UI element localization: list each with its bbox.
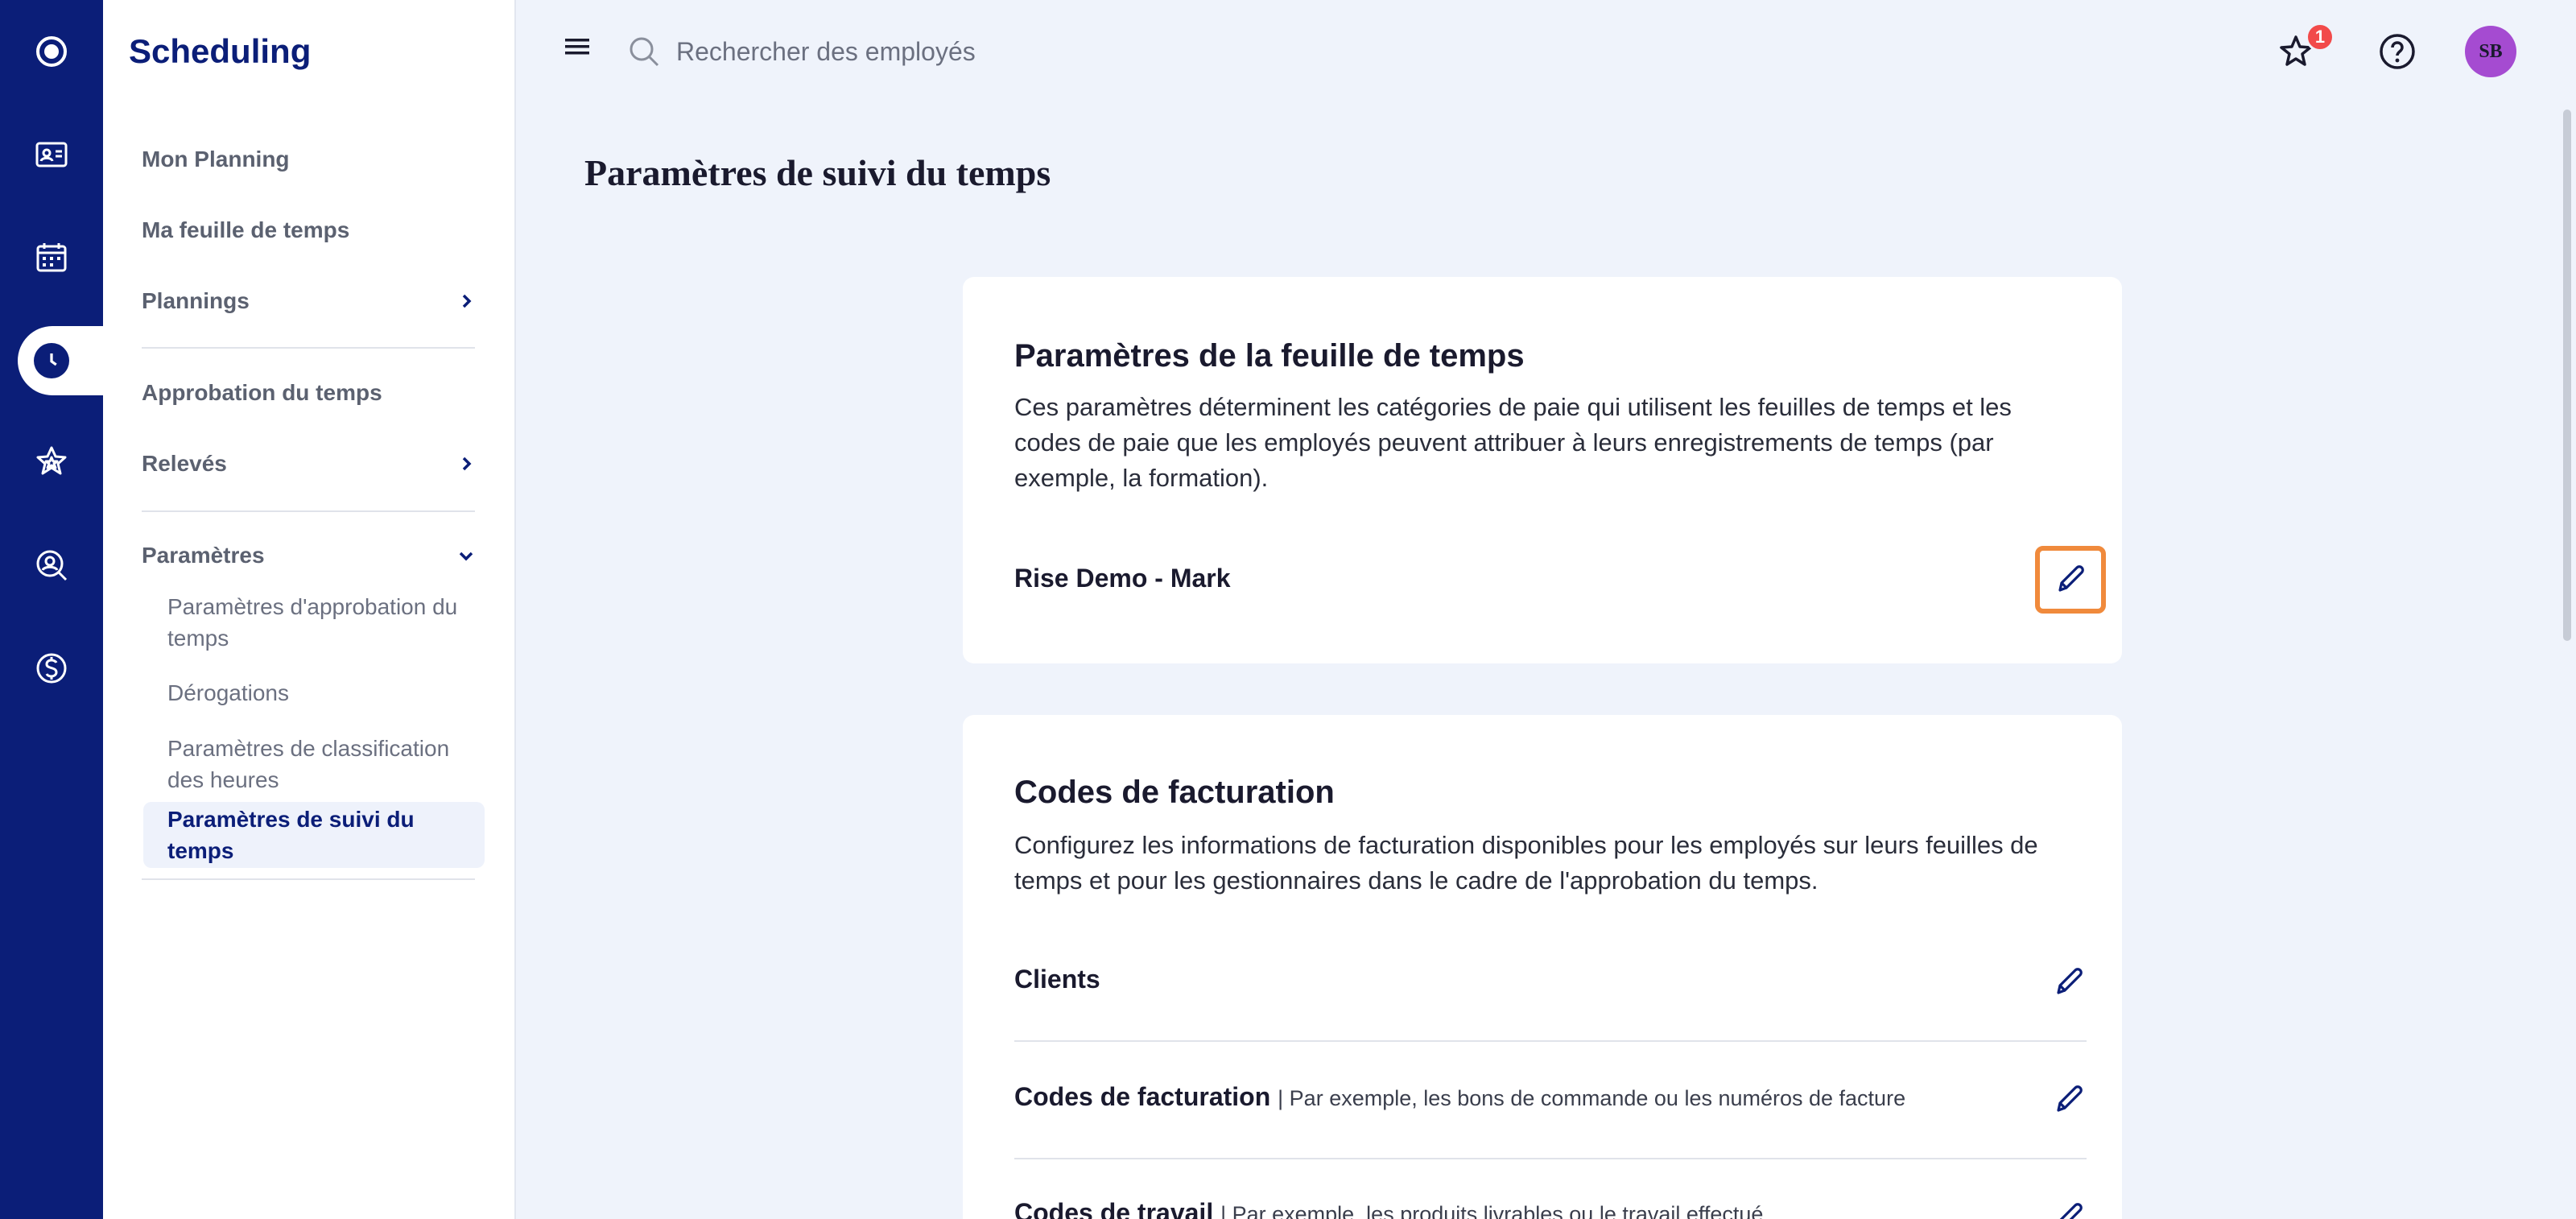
billing-row-label: Codes de facturation xyxy=(1014,1082,1271,1111)
chevron-down-icon xyxy=(459,552,473,561)
page-scrollbar[interactable] xyxy=(2563,110,2571,641)
page-title: Paramètres de suivi du temps xyxy=(584,152,1051,193)
notification-badge: 1 xyxy=(2306,23,2334,52)
sidebar-item-parametres[interactable]: Paramètres xyxy=(142,543,475,568)
sidebar-item-mon-planning[interactable]: Mon Planning xyxy=(142,147,475,172)
sidebar-subitem-derogations[interactable]: Dérogations xyxy=(167,677,473,709)
search-icon xyxy=(630,37,659,67)
sidebar-item-label: Plannings xyxy=(142,288,250,313)
sidebar-divider xyxy=(142,878,475,880)
sidebar-divider xyxy=(142,510,475,512)
sidebar-subitem-suivi-du-temps[interactable]: Paramètres de suivi du temps xyxy=(143,802,485,868)
billing-row-hint: Par exemple, les bons de commande ou les… xyxy=(1289,1086,1906,1110)
user-avatar[interactable]: SB xyxy=(2465,26,2516,77)
pencil-icon xyxy=(2057,968,2083,994)
sidebar-subitem-classification[interactable]: Paramètres de classification des heures xyxy=(167,733,473,795)
edit-work-codes-button[interactable] xyxy=(2037,1185,2101,1219)
sidebar-item-label: Mon Planning xyxy=(142,147,290,171)
search-input[interactable] xyxy=(676,31,1240,72)
card-description: Ces paramètres déterminent les catégorie… xyxy=(1014,393,2012,492)
billing-codes-card: Codes de facturation Configurez les info… xyxy=(963,715,2122,1219)
sidebar-item-plannings[interactable]: Plannings xyxy=(142,288,475,314)
pencil-icon xyxy=(2059,1203,2083,1219)
row-divider xyxy=(1014,1158,2087,1159)
edit-clients-button[interactable] xyxy=(2037,950,2101,1014)
sidebar-item-label: Approbation du temps xyxy=(142,380,382,405)
star-badge-icon[interactable] xyxy=(19,430,84,494)
dollar-icon[interactable] xyxy=(19,636,84,700)
pay-group-label: Rise Demo - Mark xyxy=(1014,564,1231,593)
pencil-icon xyxy=(2057,1085,2083,1112)
chevron-right-icon xyxy=(462,457,472,471)
icon-rail xyxy=(0,0,124,1219)
calendar-icon[interactable] xyxy=(19,225,84,290)
card-description: Configurez les informations de facturati… xyxy=(1014,831,2038,895)
billing-row-work-codes: Codes de travail | Par exemple, les prod… xyxy=(1014,1198,1763,1219)
sidebar-subitem-approbation[interactable]: Paramètres d'approbation du temps xyxy=(167,591,473,654)
timesheet-settings-card: Paramètres de la feuille de temps Ces pa… xyxy=(963,277,2122,663)
logo-icon[interactable] xyxy=(19,19,84,84)
card-title: Paramètres de la feuille de temps xyxy=(1014,338,1525,374)
app-title: Scheduling xyxy=(129,32,312,70)
menu-icon[interactable] xyxy=(564,35,591,58)
billing-row-billing-codes: Codes de facturation | Par exemple, les … xyxy=(1014,1082,1906,1111)
card-title: Codes de facturation xyxy=(1014,775,1335,810)
billing-row-label: Clients xyxy=(1014,965,1100,994)
pencil-icon xyxy=(2058,565,2084,592)
billing-row-clients: Clients xyxy=(1014,965,1100,994)
clock-icon xyxy=(34,343,69,378)
help-icon[interactable] xyxy=(2378,32,2417,71)
sidebar-item-approbation-du-temps[interactable]: Approbation du temps xyxy=(142,380,475,406)
edit-billing-codes-button[interactable] xyxy=(2037,1068,2101,1132)
people-search-icon[interactable] xyxy=(19,533,84,597)
billing-row-label: Codes de travail xyxy=(1014,1198,1214,1219)
sidebar-item-label: Relevés xyxy=(142,451,227,476)
billing-row-hint: Par exemple, les produits livrables ou l… xyxy=(1232,1202,1764,1219)
row-divider xyxy=(1014,1040,2087,1042)
chevron-right-icon xyxy=(462,294,472,308)
employee-card-icon[interactable] xyxy=(19,122,84,187)
secondary-sidebar: Scheduling Mon Planning Ma feuille de te… xyxy=(103,0,516,1219)
sidebar-item-ma-feuille-de-temps[interactable]: Ma feuille de temps xyxy=(142,217,475,243)
sidebar-divider xyxy=(142,347,475,349)
sidebar-item-label: Paramètres xyxy=(142,543,265,568)
sidebar-item-releves[interactable]: Relevés xyxy=(142,451,475,477)
edit-timesheet-settings-button[interactable] xyxy=(2035,546,2106,614)
sidebar-item-label: Ma feuille de temps xyxy=(142,217,350,242)
